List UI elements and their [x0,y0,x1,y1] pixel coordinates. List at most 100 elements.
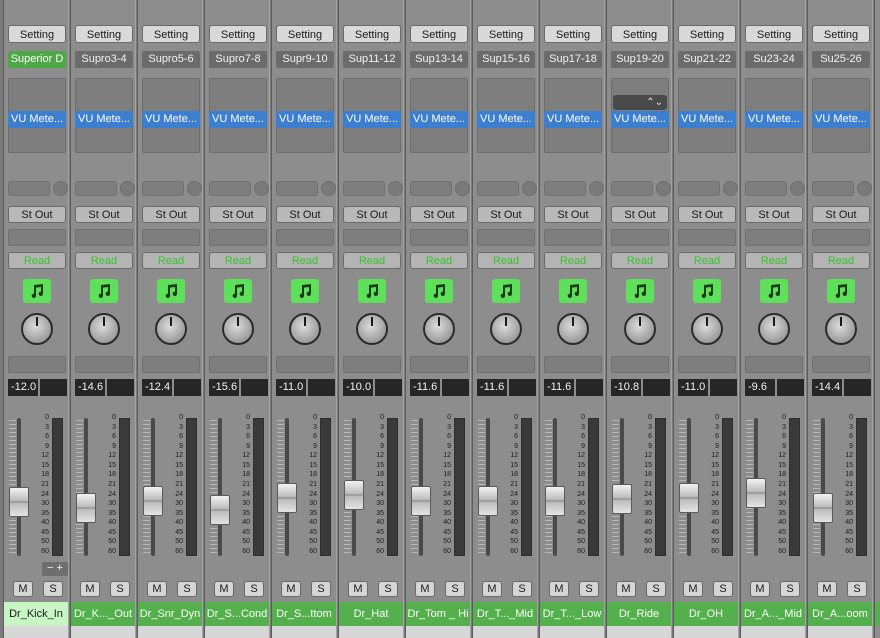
mute-button[interactable]: M [13,581,33,597]
peak-readout[interactable] [777,379,804,396]
music-note-icon[interactable] [90,279,118,303]
pan-knob[interactable] [289,313,321,345]
pan-knob[interactable] [624,313,656,345]
send-slot[interactable] [745,181,787,196]
volume-fader-handle[interactable] [210,494,230,525]
eq-slot[interactable]: Superior D [8,51,66,68]
track-name[interactable]: Dr_A...oom [808,602,872,626]
send-slot[interactable] [477,181,519,196]
mute-button[interactable]: M [750,581,770,597]
track-name[interactable]: Dr_T..._Low [540,602,604,626]
peak-readout[interactable] [241,379,268,396]
mute-button[interactable]: M [616,581,636,597]
music-note-icon[interactable] [693,279,721,303]
mute-button[interactable]: M [348,581,368,597]
eq-slot[interactable]: Supro7-8 [209,51,267,68]
peak-readout[interactable] [308,379,335,396]
fader-track[interactable] [821,418,825,556]
volume-fader-handle[interactable] [478,486,498,517]
volume-readout[interactable]: -11.6 [410,379,440,396]
track-name[interactable]: Dr_K..._Out [71,602,135,626]
group-slot[interactable] [678,229,736,246]
output-button[interactable]: St Out [544,206,602,223]
pan-knob[interactable] [222,313,254,345]
send-level-knob[interactable] [723,181,738,196]
mute-button[interactable]: M [80,581,100,597]
volume-fader-handle[interactable] [679,482,699,513]
eq-slot[interactable]: Supr9-10 [276,51,334,68]
automation-mode-button[interactable]: Read [8,252,66,269]
volume-readout[interactable]: -12.0 [8,379,38,396]
peak-readout[interactable] [174,379,201,396]
send-level-knob[interactable] [522,181,537,196]
solo-button[interactable]: S [780,581,800,597]
volume-readout[interactable]: -12.4 [142,379,172,396]
send-level-knob[interactable] [254,181,269,196]
group-slot[interactable] [812,229,870,246]
music-note-icon[interactable] [492,279,520,303]
fader-track[interactable] [84,418,88,556]
output-button[interactable]: St Out [8,206,66,223]
pan-knob[interactable] [490,313,522,345]
automation-mode-button[interactable]: Read [544,252,602,269]
eq-slot[interactable]: Sup15-16 [477,51,535,68]
output-button[interactable]: St Out [812,206,870,223]
plugin-slot-vu-meter[interactable]: VU Mete... [209,111,267,128]
peak-readout[interactable] [40,379,67,396]
plugin-slot-vu-meter[interactable]: VU Mete... [276,111,334,128]
send-slot[interactable] [678,181,720,196]
volume-fader-handle[interactable] [76,492,96,523]
plugin-slot-vu-meter[interactable]: VU Mete... [8,111,66,128]
send-slot[interactable] [410,181,452,196]
automation-mode-button[interactable]: Read [75,252,133,269]
plugin-select-popup[interactable]: ⌃⌄ [613,95,667,110]
output-button[interactable]: St Out [209,206,267,223]
solo-button[interactable]: S [713,581,733,597]
mute-button[interactable]: M [817,581,837,597]
group-slot[interactable] [276,229,334,246]
pan-knob[interactable] [155,313,187,345]
send-slot[interactable] [544,181,586,196]
send-slot[interactable] [8,181,50,196]
solo-button[interactable]: S [311,581,331,597]
music-note-icon[interactable] [291,279,319,303]
music-note-icon[interactable] [23,279,51,303]
track-name[interactable]: Dr_OH [674,602,738,626]
solo-button[interactable]: S [847,581,867,597]
setting-button[interactable]: Setting [276,25,334,43]
volume-fader-handle[interactable] [545,486,565,517]
output-button[interactable]: St Out [611,206,669,223]
output-button[interactable]: St Out [142,206,200,223]
solo-button[interactable]: S [110,581,130,597]
eq-slot[interactable]: Sup21-22 [678,51,736,68]
music-note-icon[interactable] [157,279,185,303]
send-slot[interactable] [142,181,184,196]
mute-button[interactable]: M [415,581,435,597]
send-level-knob[interactable] [589,181,604,196]
automation-mode-button[interactable]: Read [477,252,535,269]
solo-button[interactable]: S [445,581,465,597]
setting-button[interactable]: Setting [477,25,535,43]
track-name[interactable]: Dr_Ride [607,602,671,626]
send-level-knob[interactable] [388,181,403,196]
solo-button[interactable]: S [579,581,599,597]
output-button[interactable]: St Out [477,206,535,223]
eq-slot[interactable]: Sup13-14 [410,51,468,68]
mute-button[interactable]: M [281,581,301,597]
plugin-slot-vu-meter[interactable]: VU Mete... [812,111,870,128]
eq-slot[interactable]: Sup17-18 [544,51,602,68]
eq-slot[interactable]: Su25-26 [812,51,870,68]
plugin-slot-vu-meter[interactable]: VU Mete... [611,111,669,128]
pan-knob[interactable] [88,313,120,345]
send-level-knob[interactable] [455,181,470,196]
mute-button[interactable]: M [549,581,569,597]
solo-button[interactable]: S [378,581,398,597]
track-name[interactable]: Dr_Snr_Dyn [138,602,202,626]
volume-readout[interactable]: -11.6 [477,379,507,396]
group-slot[interactable] [544,229,602,246]
send-slot[interactable] [611,181,653,196]
peak-readout[interactable] [710,379,737,396]
eq-slot[interactable]: Sup11-12 [343,51,401,68]
peak-readout[interactable] [442,379,469,396]
volume-fader-handle[interactable] [411,486,431,517]
